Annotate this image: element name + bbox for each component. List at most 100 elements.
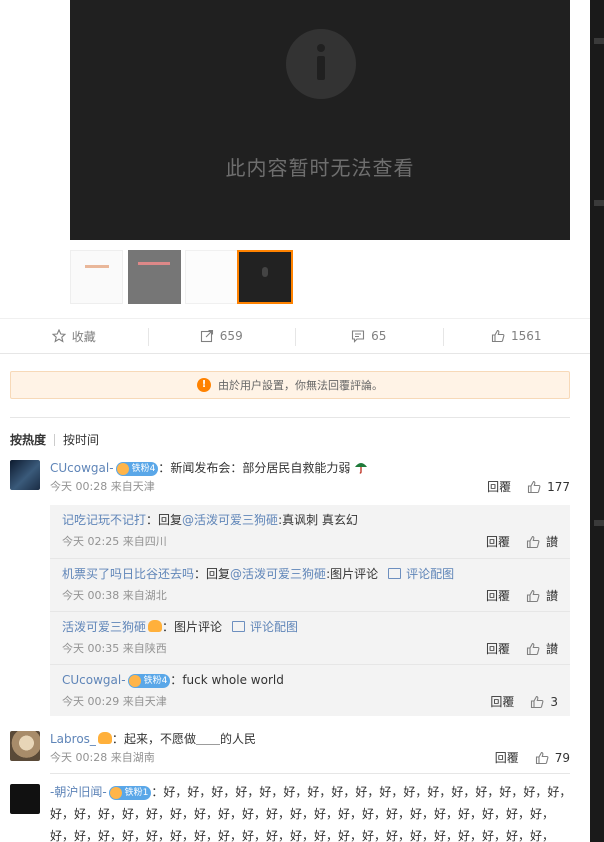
comment-actions: 回覆 79 [495, 749, 570, 766]
mention-link[interactable]: @活泼可爱三狗砸 [182, 513, 278, 527]
weibo-post-card: 此内容暂时无法查看 收藏 659 65 1561 ! 由於用户設置，你無法回覆評… [0, 0, 590, 842]
reply-button[interactable]: 回覆 [495, 749, 519, 766]
thumbs-up-icon[interactable] [527, 480, 541, 494]
reply-button[interactable]: 回覆 [486, 640, 510, 657]
thumbnail-4-selected[interactable] [237, 250, 293, 304]
like-label: 讃 [545, 589, 558, 603]
comment-image-link[interactable]: 评论配图 [388, 567, 454, 581]
sort-by-hot[interactable]: 按热度 [10, 431, 46, 448]
comment-username[interactable]: -朝沪旧闻- [50, 785, 107, 799]
reply-content: CUcowgal- 铁粉4 ：fuck whole world [62, 670, 570, 690]
comment-username[interactable]: CUcowgal- [50, 461, 114, 475]
reply-text: 图片评论 [174, 620, 223, 634]
reply-content: 机票买了吗日比谷还去吗：回复@活泼可爱三狗砸:图片评论 评论配图 [62, 564, 570, 584]
thumbs-up-icon[interactable] [526, 589, 540, 603]
comment-sort-tabs: 按热度 按时间 [10, 431, 99, 448]
like-count: 1561 [510, 329, 542, 343]
comment-text-line-1: 好，好，好，好，好，好，好，好，好，好，好，好，好，好，好，好，好，好， [163, 785, 570, 799]
avatar[interactable] [10, 731, 40, 761]
reply-prefix: 回复 [206, 567, 231, 581]
star-icon [51, 329, 66, 343]
thumbnail-1[interactable] [70, 250, 123, 304]
reply-item: 机票买了吗日比谷还去吗：回复@活泼可爱三狗砸:图片评论 评论配图 今天 00:38… [50, 558, 570, 611]
comment-text-line-3: 好，好，好，好，好，好，好，好，好，好，好，好，好，好，好，好，好，好，好，好，… [50, 829, 555, 842]
comment-like-count: 177 [547, 479, 570, 494]
comment-like-count: 79 [554, 750, 570, 765]
like-label: 讃 [545, 642, 558, 656]
sort-by-time[interactable]: 按时间 [63, 431, 99, 448]
thumbs-up-icon[interactable] [526, 642, 540, 656]
reply-username[interactable]: 活泼可爱三狗砸 [62, 620, 146, 634]
reply-button[interactable]: 回覆 [487, 478, 511, 495]
comment-text-line-2: 好，好，好，好，好，好，好，好，好，好，好，好，好，好，好，好，好，好，好，好，… [50, 807, 555, 821]
comment-meta: 今天 00:28 来自湖南 [50, 751, 155, 764]
umbrella-emoji-icon [355, 463, 368, 474]
favorite-button[interactable]: 收藏 [0, 319, 148, 353]
reply-actions: 回覆 讃 [486, 587, 558, 604]
comment-username[interactable]: Labros_ [50, 732, 96, 746]
thumbnail-2[interactable] [128, 250, 181, 304]
thumbs-up-icon[interactable] [526, 535, 540, 549]
unavailable-message: 此内容暂时无法查看 [225, 156, 415, 180]
reply-username[interactable]: 记吃记玩不记打 [62, 513, 146, 527]
mention-link[interactable]: @活泼可爱三狗砸 [230, 567, 326, 581]
repost-count: 659 [219, 329, 243, 343]
reply-button[interactable]: 回覆 [486, 587, 510, 604]
comment-actions: 回覆 177 [487, 478, 570, 495]
thumbs-up-icon [491, 329, 505, 343]
reply-item: 记吃记玩不记打：回复@活泼可爱三狗砸:真讽刺 真玄幻 今天 02:25 来自四川… [50, 505, 570, 558]
reply-prefix: 回复 [158, 513, 183, 527]
comment-content: -朝沪旧闻- 铁粉1 ：好，好，好，好，好，好，好，好，好，好，好，好，好，好，好，… [50, 782, 570, 802]
info-icon [286, 29, 356, 99]
reply-content: 活泼可爱三狗砸 ：图片评论 评论配图 [62, 617, 570, 637]
page-edge [590, 0, 604, 842]
fan-badge[interactable]: 铁粉4 [115, 462, 159, 476]
thumbs-up-icon[interactable] [530, 695, 544, 709]
comment-image-link[interactable]: 评论配图 [232, 620, 298, 634]
thumbnail-3[interactable] [185, 250, 238, 304]
reply-like-count: 3 [550, 694, 558, 709]
reply-text: fuck whole world [182, 673, 284, 687]
share-icon [200, 329, 213, 343]
reply-actions: 回覆 3 [490, 693, 558, 710]
reply-text: :图片评论 [326, 567, 379, 581]
comment-text: 新闻发布会：部分居民自救能力弱 [170, 461, 351, 475]
reply-button[interactable]: 回覆 [490, 693, 514, 710]
reply-button[interactable]: 回覆 [486, 533, 510, 550]
reply-actions: 回覆 讃 [486, 640, 558, 657]
comment-icon [352, 330, 365, 343]
post-action-bar: 收藏 659 65 1561 [0, 318, 590, 354]
colon: ： [170, 673, 183, 687]
colon: ： [158, 461, 171, 475]
reply-meta: 今天 02:25 来自四川 [62, 535, 167, 548]
avatar[interactable] [10, 460, 40, 490]
reply-username[interactable]: 机票买了吗日比谷还去吗 [62, 567, 194, 581]
reply-text: :真讽刺 真玄幻 [278, 513, 358, 527]
repost-button[interactable]: 659 [147, 319, 296, 353]
sort-separator [54, 433, 56, 446]
thumbs-up-icon[interactable] [535, 751, 549, 765]
reply-meta: 今天 00:29 来自天津 [62, 695, 167, 708]
reply-actions: 回覆 讃 [486, 533, 558, 550]
reply-meta: 今天 00:35 来自陕西 [62, 642, 167, 655]
crown-badge-icon [97, 732, 112, 744]
comment-content: Labros_ ：起来，不愿做＿＿的人民 [50, 729, 570, 749]
reply-content: 记吃记玩不记打：回复@活泼可爱三狗砸:真讽刺 真玄幻 [62, 510, 570, 530]
reply-item: CUcowgal- 铁粉4 ：fuck whole world 今天 00:29 来… [50, 664, 570, 717]
colon: ： [151, 785, 164, 799]
favorite-label: 收藏 [71, 329, 96, 344]
notice-text: 由於用户設置，你無法回覆評論。 [218, 379, 383, 392]
colon: ： [111, 732, 124, 746]
like-button[interactable]: 1561 [442, 319, 591, 353]
fan-badge[interactable]: 铁粉4 [127, 674, 171, 688]
avatar[interactable] [10, 784, 40, 814]
colon: ： [146, 513, 159, 527]
comment-button[interactable]: 65 [295, 319, 443, 353]
comment-meta: 今天 00:28 来自天津 [50, 480, 155, 493]
reply-username[interactable]: CUcowgal- [62, 673, 126, 687]
fan-badge[interactable]: 铁粉1 [108, 786, 152, 800]
reply-thread: 记吃记玩不记打：回复@活泼可爱三狗砸:真讽刺 真玄幻 今天 02:25 来自四川… [50, 505, 570, 716]
comment-count: 65 [371, 329, 387, 343]
colon: ： [194, 567, 207, 581]
unavailable-media[interactable]: 此内容暂时无法查看 [70, 0, 570, 240]
